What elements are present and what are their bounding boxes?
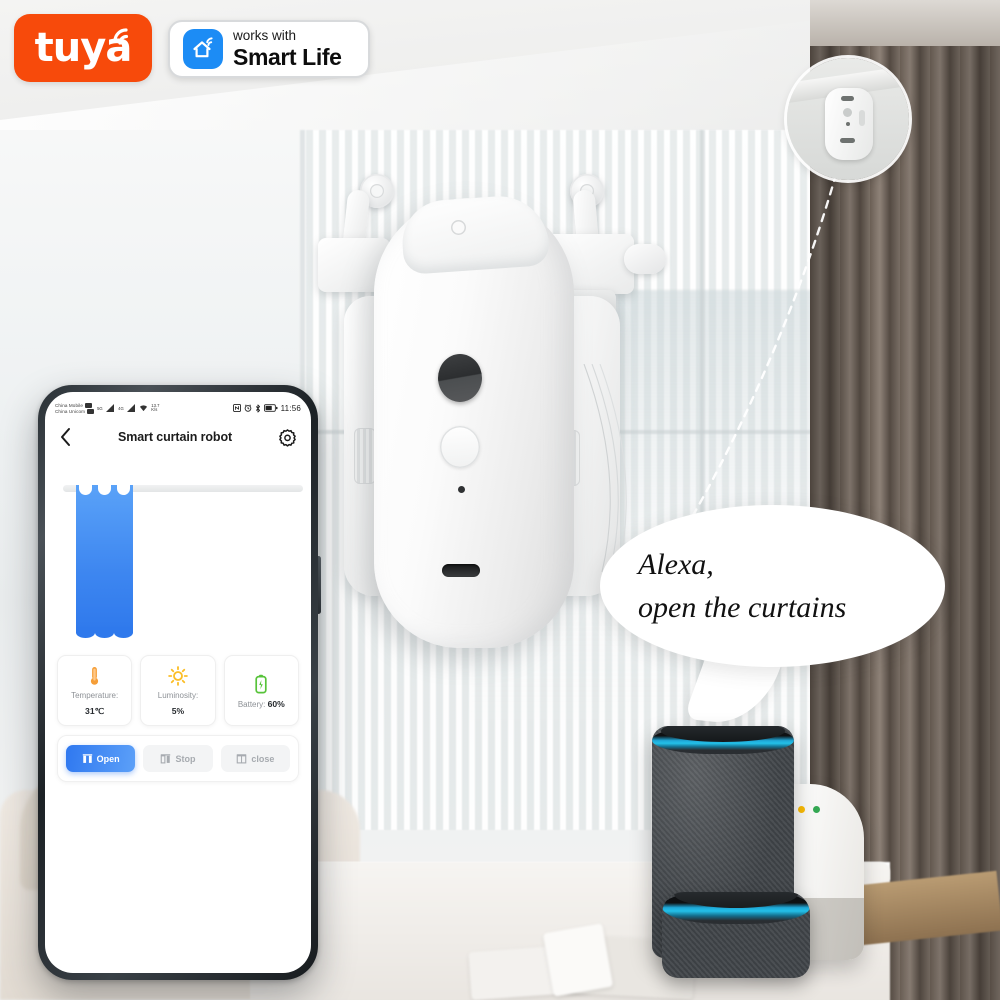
robot-top-cap [399, 192, 551, 276]
bluetooth-icon [255, 404, 260, 412]
sim-2-icon [87, 408, 95, 414]
alarm-icon [244, 404, 251, 412]
sensor-card-row: Temperature: 31℃ Luminosity: 5% Battery:… [45, 655, 311, 727]
control-button-row: Open Stop close [57, 735, 299, 783]
nfc-icon [232, 404, 241, 412]
release-tab [624, 244, 666, 274]
curtain-stop-icon [161, 754, 171, 764]
open-button[interactable]: Open [66, 745, 136, 773]
page-title: Smart curtain robot [117, 430, 233, 444]
speech-line-2: open the curtains [638, 591, 847, 624]
signal-2-icon [127, 404, 136, 412]
status-bar-clock: 11:56 [280, 403, 301, 413]
close-button[interactable]: close [220, 745, 290, 773]
signal-1-icon [106, 404, 115, 412]
status-led [451, 220, 466, 235]
status-bar: China Mobile China Unicom 5G 4G 13.7 K/s… [45, 392, 311, 420]
phone-screen: China Mobile China Unicom 5G 4G 13.7 K/s… [45, 392, 311, 973]
curtain-panel [76, 485, 133, 638]
sensor-card-battery: Battery: 60% [223, 655, 299, 727]
open-button-label: Open [96, 753, 120, 764]
battery-icon [255, 673, 267, 694]
reset-pinhole [458, 486, 465, 493]
chevron-left-icon[interactable] [59, 427, 72, 447]
network-2-label: 4G [118, 405, 124, 411]
drape-valance [810, 0, 1000, 46]
curtain-close-icon [237, 754, 247, 764]
smartphone: China Mobile China Unicom 5G 4G 13.7 K/s… [38, 385, 318, 980]
thermometer-icon [89, 665, 100, 686]
light-sensor-lens [438, 354, 482, 402]
sun-icon [168, 665, 188, 686]
curtain-visualization[interactable] [45, 471, 311, 649]
wifi-arc-icon [113, 28, 129, 45]
network-1-label: 5G [97, 405, 103, 411]
carrier-2-label: China Unicom [55, 408, 86, 414]
stop-button[interactable]: Stop [143, 745, 213, 773]
close-button-label: close [251, 753, 275, 764]
speech-line-1: Alexa, [638, 547, 714, 581]
stop-button-label: Stop [175, 753, 196, 764]
battery-icon [263, 404, 278, 412]
home-wifi-icon [183, 29, 223, 69]
sensor-label: Battery: [237, 700, 266, 710]
sim-1-icon [85, 402, 93, 408]
rail-mount-closeup-callout [787, 58, 909, 180]
amazon-echo-dot-speaker [662, 892, 810, 978]
sensor-value: 31℃ [85, 706, 105, 717]
sensor-label-value: Battery: 60% [238, 699, 285, 709]
power-button [440, 426, 480, 468]
badge-line-1: works with [233, 28, 297, 44]
network-speed: 13.7 K/s [151, 403, 159, 412]
sensor-label: Temperature: [71, 691, 119, 700]
mini-device [825, 88, 873, 160]
badge-line-2: Smart Life [233, 43, 342, 70]
app-header: Smart curtain robot [45, 420, 311, 457]
sensor-card-temperature: Temperature: 31℃ [57, 655, 133, 727]
works-with-smart-life-badge: works with Smart Life [168, 20, 370, 78]
speech-bubble: Alexa, open the curtains [600, 505, 945, 667]
sensor-label: Luminosity: [157, 691, 199, 700]
curtain-open-icon [82, 754, 92, 764]
sensor-value: 60% [267, 699, 285, 710]
wifi-icon [140, 405, 148, 412]
carrier-1-label: China Mobile [55, 402, 84, 408]
window-frame [700, 130, 705, 830]
usb-c-port [442, 564, 480, 577]
tuya-logo: tuya [14, 14, 152, 82]
speed-unit: K/s [151, 407, 158, 412]
grip-pad-left [354, 428, 376, 484]
gear-icon[interactable] [278, 428, 297, 447]
sensor-value: 5% [171, 706, 185, 717]
product-marketing-image: Alexa, open the curtains China Mobile Ch… [0, 0, 1000, 1000]
sensor-card-luminosity: Luminosity: 5% [140, 655, 216, 727]
